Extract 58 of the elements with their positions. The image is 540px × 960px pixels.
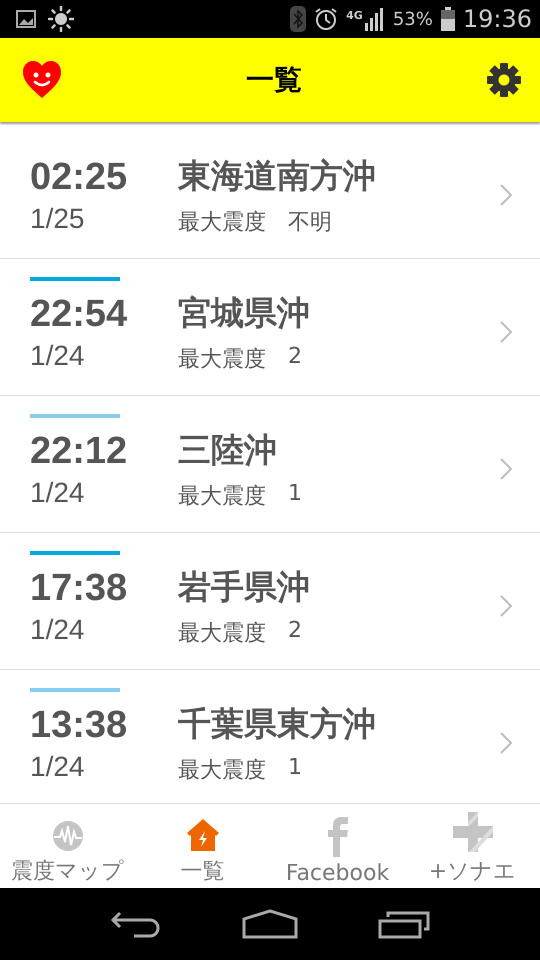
brightness-icon (48, 6, 74, 32)
back-icon[interactable] (110, 909, 162, 939)
intensity-label: 最大震度 (178, 756, 266, 784)
intensity-label: 最大震度 (178, 482, 266, 510)
recent-apps-icon[interactable] (378, 909, 430, 939)
chevron-icon (500, 595, 512, 617)
quake-time: 13:38 (30, 704, 128, 746)
quake-region: 岩手県沖 (178, 566, 311, 608)
quake-region: 宮城県沖 (178, 292, 311, 334)
quake-region: 東海道南方沖 (178, 154, 377, 196)
quake-row[interactable]: 22:12 1/24 三陸沖 最大震度 1 (0, 396, 540, 533)
quake-time: 22:54 (30, 292, 128, 336)
quake-time: 22:12 (30, 430, 128, 472)
nav-tab[interactable]: +ソナエ (405, 804, 540, 888)
settings-icon[interactable] (486, 62, 522, 98)
intensity-value: 2 (288, 618, 302, 644)
smiling-heart-icon[interactable] (22, 61, 62, 99)
intensity-label: 最大震度 (178, 620, 266, 648)
nav-tab[interactable]: 一覧 (135, 804, 270, 888)
quake-time: 02:25 (30, 156, 128, 198)
home-icon[interactable] (242, 909, 298, 939)
intensity-value: 1 (288, 480, 302, 508)
waveform-circle-icon (52, 820, 84, 852)
signal-icon (364, 7, 385, 31)
quake-date: 1/24 (30, 750, 86, 782)
image-icon (16, 10, 36, 28)
clock: 19:36 (462, 5, 532, 33)
battery-icon (440, 7, 455, 31)
alarm-icon (314, 7, 338, 31)
quake-row[interactable]: 02:25 1/25 東海道南方沖 最大震度 不明 (0, 122, 540, 259)
intensity-value: 1 (288, 754, 302, 782)
house-lightning-icon (186, 818, 220, 852)
screen-title: 一覧 (246, 62, 302, 98)
nav-tab[interactable]: Facebook (270, 804, 405, 888)
intensity-label: 最大震度 (178, 208, 266, 236)
facebook-f-icon (326, 817, 348, 857)
intensity-value: 2 (288, 344, 302, 370)
intensity-value: 不明 (288, 208, 332, 236)
quake-region: 千葉県東方沖 (178, 702, 377, 744)
quake-date: 1/24 (30, 476, 86, 508)
quake-time: 17:38 (30, 566, 128, 610)
network-type: 4G (346, 9, 363, 22)
quake-row[interactable]: 17:38 1/24 岩手県沖 最大震度 2 (0, 533, 540, 670)
bluetooth-icon (290, 6, 306, 32)
intensity-label: 最大震度 (178, 346, 266, 374)
nav-tab[interactable]: 震度マップ (0, 804, 135, 888)
chevron-icon (500, 732, 512, 754)
chevron-icon (500, 458, 512, 480)
plus-icon (452, 812, 492, 852)
quake-date: 1/24 (30, 340, 86, 372)
chevron-icon (500, 184, 512, 206)
quake-date: 1/25 (30, 202, 86, 234)
quake-row[interactable]: 22:54 1/24 宮城県沖 最大震度 2 (0, 259, 540, 396)
quake-region: 三陸沖 (178, 428, 278, 470)
battery-percent: 53% (392, 8, 433, 30)
quake-date: 1/24 (30, 614, 86, 646)
chevron-icon (500, 321, 512, 343)
quake-row[interactable]: 13:38 1/24 千葉県東方沖 最大震度 1 (0, 670, 540, 803)
